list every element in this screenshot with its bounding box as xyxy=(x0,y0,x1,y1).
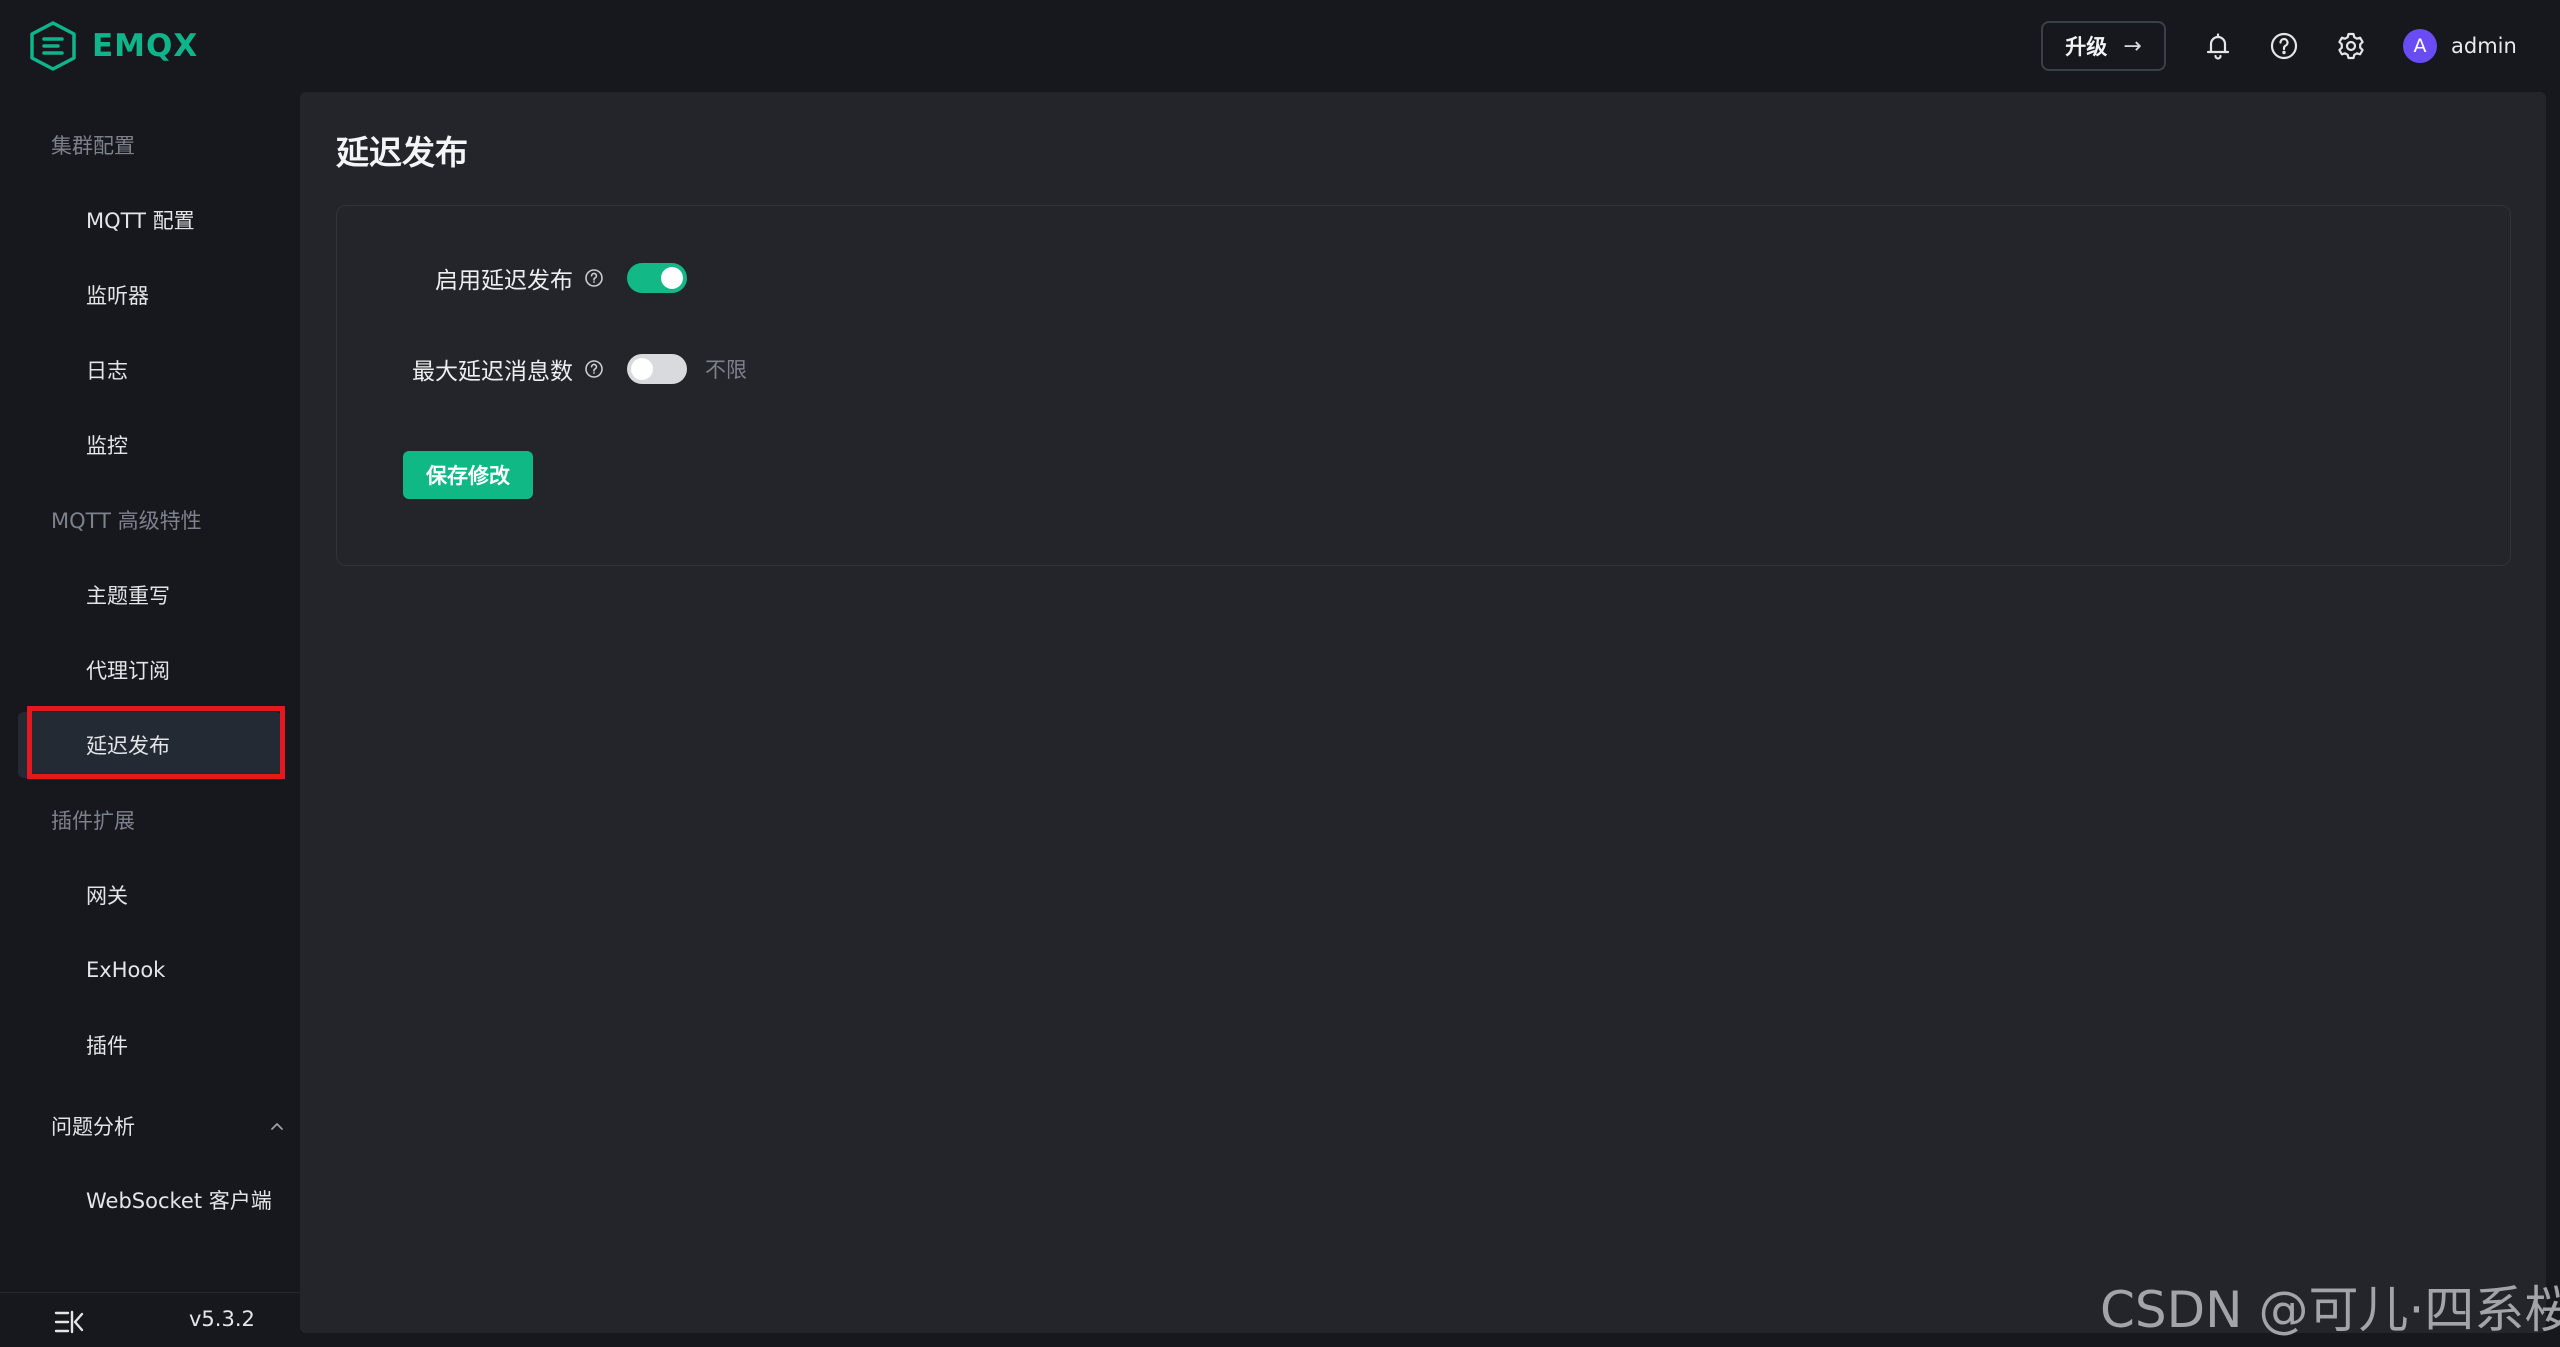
upgrade-button[interactable]: 升级 → xyxy=(2041,21,2166,71)
collapse-sidebar-icon[interactable] xyxy=(54,1309,84,1335)
unlimited-text: 不限 xyxy=(705,358,747,382)
gear-icon[interactable] xyxy=(2331,26,2371,66)
max-messages-toggle[interactable] xyxy=(627,354,687,384)
chevron-up-icon xyxy=(271,1123,283,1130)
sidebar-item-mqtt-config[interactable]: MQTT 配置 xyxy=(18,187,282,253)
sidebar-item-monitoring[interactable]: 监控 xyxy=(18,412,282,478)
question-icon[interactable] xyxy=(583,358,605,380)
username: admin xyxy=(2451,34,2517,58)
bell-icon[interactable] xyxy=(2198,26,2238,66)
watermark: CSDN @可儿·四系桜 xyxy=(2100,1281,2560,1339)
sidebar-item-exhook[interactable]: ExHook xyxy=(18,937,282,1003)
settings-card: 启用延迟发布 最大延迟消息数 不限 保存修改 xyxy=(336,205,2511,566)
version-label: v5.3.2 xyxy=(189,1307,255,1331)
upgrade-label: 升级 xyxy=(2065,35,2108,59)
sidebar-item-gateway[interactable]: 网关 xyxy=(18,862,282,928)
sidebar-item-logs[interactable]: 日志 xyxy=(18,337,282,403)
sidebar-group-diagnostics-label: 问题分析 xyxy=(51,1115,135,1139)
sidebar-group-mqtt-advanced: MQTT 高级特性 xyxy=(51,509,202,533)
sidebar-item-auto-subscribe[interactable]: 代理订阅 xyxy=(18,637,282,703)
sidebar-group-diagnostics[interactable]: 问题分析 xyxy=(51,1111,286,1141)
max-messages-label: 最大延迟消息数 xyxy=(412,359,573,385)
sidebar-group-cluster-config: 集群配置 xyxy=(51,134,135,158)
main-content: 延迟发布 启用延迟发布 最大延迟消息数 不限 保存修改 xyxy=(300,92,2546,1333)
question-icon[interactable] xyxy=(583,267,605,289)
help-icon[interactable] xyxy=(2264,26,2304,66)
arrow-right-icon: → xyxy=(2123,33,2142,59)
enable-delayed-publish-toggle[interactable] xyxy=(627,263,687,293)
sidebar-footer: v5.3.2 xyxy=(0,1292,300,1347)
app-name: EMQX xyxy=(92,28,199,64)
enable-label: 启用延迟发布 xyxy=(435,268,573,294)
emqx-logo[interactable]: EMQX xyxy=(28,20,198,72)
emqx-logo-icon xyxy=(30,21,76,71)
form-row-max-messages: 最大延迟消息数 不限 xyxy=(337,349,747,389)
top-bar: EMQX 升级 → A admin xyxy=(0,0,2560,92)
toggle-knob xyxy=(631,358,653,380)
user-menu[interactable]: A admin xyxy=(2403,28,2517,64)
sidebar-item-listeners[interactable]: 监听器 xyxy=(18,262,282,328)
toggle-knob xyxy=(661,267,683,289)
sidebar-group-extensions: 插件扩展 xyxy=(51,809,135,833)
save-changes-button[interactable]: 保存修改 xyxy=(403,451,533,499)
sidebar-item-topic-rewrite[interactable]: 主题重写 xyxy=(18,562,282,628)
sidebar-item-delayed-publish[interactable]: 延迟发布 xyxy=(18,712,282,778)
avatar: A xyxy=(2403,29,2437,63)
page-title: 延迟发布 xyxy=(336,133,468,172)
sidebar-item-websocket-client[interactable]: WebSocket 客户端 xyxy=(18,1167,282,1233)
sidebar-item-plugins[interactable]: 插件 xyxy=(18,1012,282,1078)
sidebar: 集群配置 MQTT 配置 监听器 日志 监控 MQTT 高级特性 主题重写 代理… xyxy=(0,92,300,1347)
form-row-enable: 启用延迟发布 xyxy=(337,258,687,298)
